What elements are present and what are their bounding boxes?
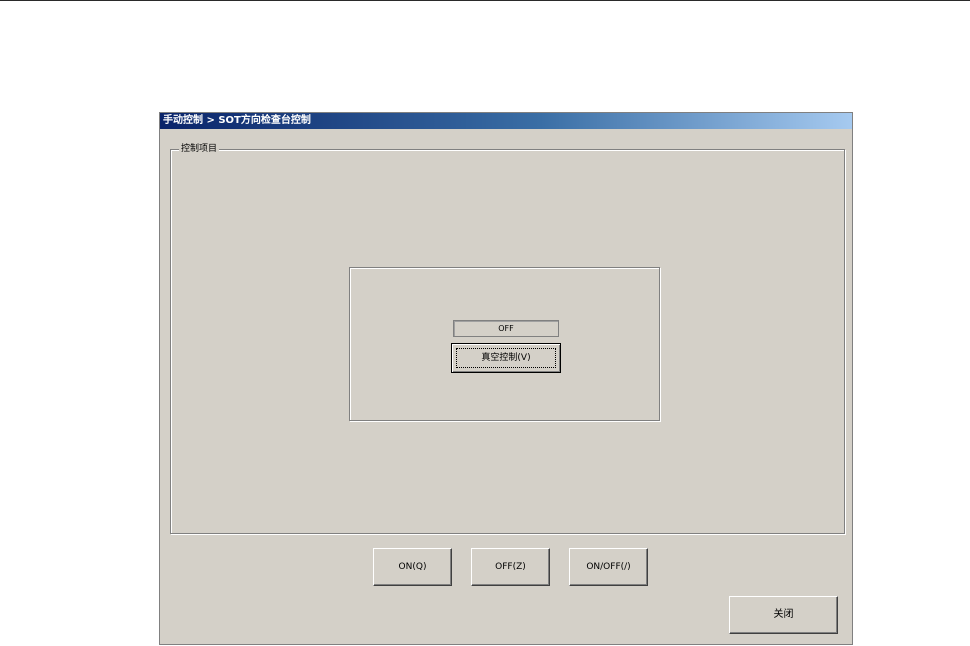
- vacuum-control-panel: OFF 真空控制(V): [349, 267, 660, 421]
- vacuum-control-label: 真空控制(V): [481, 353, 531, 363]
- close-button[interactable]: 关闭: [729, 596, 838, 634]
- control-window: 手动控制 > SOT方向检查台控制 控制项目 OFF 真空控制(V) ON(Q)…: [159, 112, 853, 645]
- on-button[interactable]: ON(Q): [373, 548, 452, 586]
- group-legend: 控制项目: [179, 142, 220, 156]
- vacuum-status-display: OFF: [453, 320, 559, 337]
- window-title: 手动控制 > SOT方向检查台控制: [163, 115, 311, 126]
- off-button[interactable]: OFF(Z): [471, 548, 550, 586]
- page-top-rule: [0, 0, 970, 1]
- onoff-button[interactable]: ON/OFF(/): [569, 548, 648, 586]
- window-titlebar: 手动控制 > SOT方向检查台控制: [160, 113, 852, 129]
- vacuum-control-button[interactable]: 真空控制(V): [451, 343, 561, 373]
- control-items-group: 控制项目 OFF 真空控制(V): [170, 142, 845, 534]
